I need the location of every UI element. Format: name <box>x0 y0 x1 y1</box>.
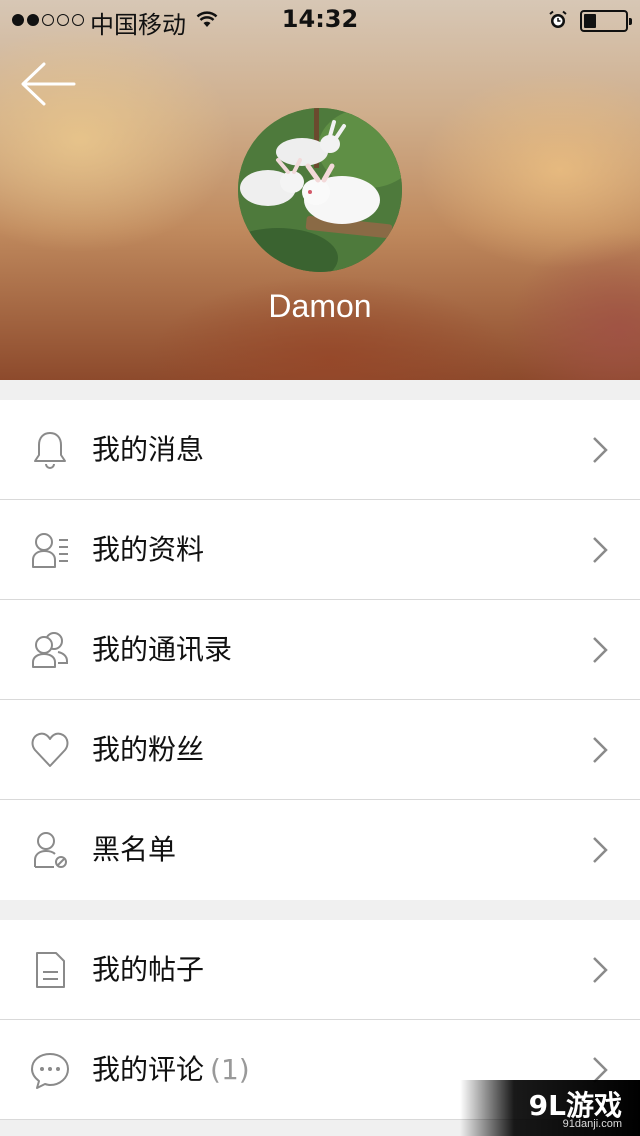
menu-item-contacts[interactable]: 我的通讯录 <box>0 600 640 700</box>
menu-item-text: 我的评论 <box>92 1053 205 1086</box>
chevron-right-icon <box>593 737 608 763</box>
avatar[interactable] <box>238 108 402 272</box>
comment-count: (1) <box>210 1053 250 1086</box>
back-arrow-icon[interactable] <box>20 62 76 106</box>
bell-icon <box>34 432 66 469</box>
menu-item-label: 我的通讯录 <box>92 633 233 666</box>
menu-item-messages[interactable]: 我的消息 <box>0 400 640 500</box>
menu-item-label: 我的帖子 <box>92 953 205 986</box>
blocked-user-icon <box>34 832 67 868</box>
document-icon <box>36 952 65 988</box>
username: Damon <box>268 288 372 324</box>
chevron-right-icon <box>593 537 608 563</box>
contacts-icon <box>32 632 68 668</box>
chevron-right-icon <box>593 637 608 663</box>
menu-group-account: 我的消息 我的资料 我的通讯录 我的粉丝 黑名单 <box>0 400 640 900</box>
chevron-right-icon <box>593 957 608 983</box>
menu-item-label: 我的资料 <box>92 533 205 566</box>
status-bar: 中国移动 14:32 <box>0 0 640 40</box>
menu-item-profile[interactable]: 我的资料 <box>0 500 640 600</box>
menu-item-label: 我的评论 (1) <box>92 1050 250 1090</box>
alarm-icon <box>549 10 567 28</box>
menu-item-label: 黑名单 <box>92 833 177 866</box>
menu-item-label: 我的消息 <box>92 433 205 466</box>
profile-header: 中国移动 14:32 Damon <box>0 0 640 380</box>
menu-item-blacklist[interactable]: 黑名单 <box>0 800 640 900</box>
heart-icon <box>31 732 69 767</box>
site-watermark: 9L游戏 91danji.com <box>460 1080 640 1136</box>
watermark-url: 91danji.com <box>562 1118 622 1130</box>
menu-item-label: 我的粉丝 <box>92 733 205 766</box>
menu-item-posts[interactable]: 我的帖子 <box>0 920 640 1020</box>
battery-icon <box>580 10 632 32</box>
profile-card-icon <box>32 533 68 568</box>
chat-bubble-icon <box>31 1053 69 1089</box>
chevron-right-icon <box>593 837 608 863</box>
menu-item-fans[interactable]: 我的粉丝 <box>0 700 640 800</box>
chevron-right-icon <box>593 437 608 463</box>
clock: 14:32 <box>281 5 359 33</box>
